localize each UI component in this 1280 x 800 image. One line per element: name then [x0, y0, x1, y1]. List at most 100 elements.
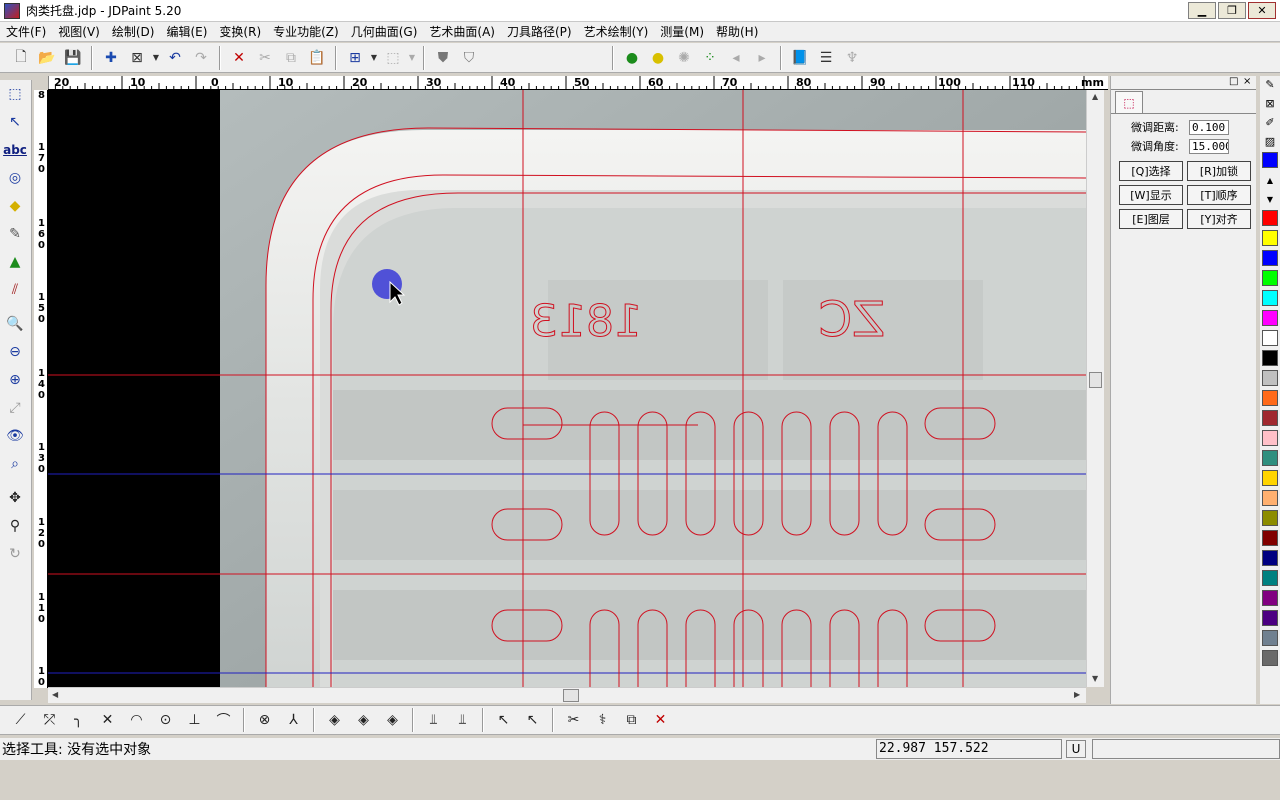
scroll-left-icon[interactable]: ◀ — [52, 690, 58, 699]
scroll-down-icon[interactable]: ▼ — [1092, 674, 1098, 683]
select-rect-icon[interactable]: ⬚ — [0, 80, 30, 108]
diamond-remove-icon[interactable]: ◈ — [378, 708, 407, 732]
dropdown-arrow-icon[interactable]: ▼ — [406, 46, 418, 70]
green-light-icon[interactable]: ● — [619, 46, 645, 70]
color-swatch[interactable] — [1262, 490, 1278, 506]
display-button[interactable]: [W]显示 — [1119, 185, 1183, 205]
arc-tool-icon[interactable]: ◠ — [122, 708, 151, 732]
tangent-icon[interactable]: ⌒ — [209, 708, 238, 732]
close-button[interactable]: ✕ — [1248, 2, 1276, 19]
fine-distance-input[interactable] — [1189, 119, 1229, 135]
palette-scroll-up-icon[interactable]: ▲ — [1262, 172, 1278, 188]
color-swatch[interactable] — [1262, 470, 1278, 486]
color-swatch[interactable] — [1262, 310, 1278, 326]
select-remove-icon[interactable]: ↖ — [518, 708, 547, 732]
color-swatch[interactable] — [1262, 630, 1278, 646]
order-button[interactable]: [T]顺序 — [1187, 185, 1251, 205]
color-swatch[interactable] — [1262, 650, 1278, 666]
restore-button[interactable]: ❐ — [1218, 2, 1246, 19]
color-swatch[interactable] — [1262, 570, 1278, 586]
node-point-icon[interactable]: ⊗ — [250, 708, 279, 732]
color-swatch[interactable] — [1262, 610, 1278, 626]
line-tool-icon[interactable]: ⟋ — [6, 708, 35, 732]
menu-toolpath[interactable]: 刀具路径(P) — [501, 23, 578, 40]
pen-color-icon[interactable]: ✎ — [1262, 76, 1278, 92]
diamond-add-icon[interactable]: ◈ — [320, 708, 349, 732]
circle-node-icon[interactable]: ⊙ — [151, 708, 180, 732]
vertical-scrollbar[interactable]: ▲ ▼ — [1086, 90, 1104, 687]
horizontal-scrollbar[interactable]: ◀ ▶ — [48, 687, 1086, 703]
magic-wand-icon[interactable]: ⚕ — [588, 708, 617, 732]
delete-icon[interactable]: ✕ — [226, 46, 252, 70]
crosshair-icon[interactable]: ✚ — [98, 46, 124, 70]
fillet-icon[interactable]: ╮ — [64, 708, 93, 732]
shield-left-icon[interactable]: ⛊ — [430, 46, 456, 70]
intersect-icon[interactable]: ✕ — [93, 708, 122, 732]
panel-close-button[interactable]: × — [1243, 76, 1251, 87]
lock-button[interactable]: [R]加锁 — [1187, 161, 1251, 181]
color-swatch[interactable] — [1262, 530, 1278, 546]
panel-float-button[interactable]: □ — [1229, 76, 1238, 87]
shield-right-icon[interactable]: ⛉ — [456, 46, 482, 70]
trim-icon[interactable]: ⤱ — [35, 708, 64, 732]
node-edit-icon[interactable]: ↖ — [0, 108, 30, 136]
color-swatch[interactable] — [1262, 430, 1278, 446]
drawing-canvas[interactable]: 1813 ZC — [48, 90, 1086, 687]
fine-angle-input[interactable] — [1189, 138, 1229, 154]
align-button[interactable]: [Y]对齐 — [1187, 209, 1251, 229]
text-tool-icon[interactable]: abc — [0, 136, 30, 164]
light-setting-icon[interactable]: ✺ — [671, 46, 697, 70]
menu-file[interactable]: 文件(F) — [0, 23, 52, 40]
select-box-icon[interactable]: ⊠ — [124, 46, 150, 70]
menu-help[interactable]: 帮助(H) — [710, 23, 764, 40]
light-left-icon[interactable]: ◂ — [723, 46, 749, 70]
color-swatch[interactable] — [1262, 390, 1278, 406]
menu-edit[interactable]: 编辑(E) — [160, 23, 213, 40]
menu-measure[interactable]: 测量(M) — [654, 23, 710, 40]
current-color-swatch[interactable] — [1262, 152, 1278, 168]
color-swatch[interactable] — [1262, 230, 1278, 246]
save-icon[interactable]: 💾 — [60, 46, 86, 70]
book-icon[interactable]: 📘 — [787, 46, 813, 70]
layer-button[interactable]: [E]图层 — [1119, 209, 1183, 229]
menu-transform[interactable]: 变换(R) — [213, 23, 267, 40]
zoom-out-icon[interactable]: ⊖ — [0, 338, 30, 366]
zoom-all-icon[interactable]: ⌕ — [0, 450, 30, 478]
menu-art-draw[interactable]: 艺术绘制(Y) — [578, 23, 655, 40]
menu-art-surface[interactable]: 艺术曲面(A) — [423, 23, 501, 40]
vertical-scroll-thumb[interactable] — [1089, 372, 1102, 388]
color-swatch[interactable] — [1262, 350, 1278, 366]
pen-tool-icon[interactable]: ✎ — [0, 220, 30, 248]
color-swatch[interactable] — [1262, 210, 1278, 226]
measure-tool-icon[interactable]: ⫽ — [0, 276, 30, 304]
select-tab-icon[interactable]: ⬚ — [1115, 91, 1143, 113]
delete-segment-icon[interactable]: ✕ — [646, 708, 675, 732]
menu-professional[interactable]: 专业功能(Z) — [267, 23, 345, 40]
align-bottom-alt-icon[interactable]: ⫫ — [448, 708, 477, 732]
align-bottom-icon[interactable]: ⫫ — [419, 708, 448, 732]
select-add-icon[interactable]: ↖ — [489, 708, 518, 732]
yellow-light-icon[interactable]: ● — [645, 46, 671, 70]
fill-tool-icon[interactable]: ▲ — [0, 248, 30, 276]
menu-draw[interactable]: 绘制(D) — [106, 23, 161, 40]
dropdown-arrow-icon[interactable]: ▼ — [368, 46, 380, 70]
zoom-fit-icon[interactable]: ⤢ — [0, 394, 30, 422]
paint-tool-icon[interactable]: ◆ — [0, 192, 30, 220]
menu-view[interactable]: 视图(V) — [52, 23, 106, 40]
color-picker-icon[interactable]: ✐ — [1262, 114, 1278, 130]
snap-grid-icon[interactable]: ⊞ — [342, 46, 368, 70]
palette-scroll-down-icon[interactable]: ▼ — [1262, 191, 1278, 207]
multi-light-icon[interactable]: ⁘ — [697, 46, 723, 70]
zoom-window-icon[interactable]: 🔍 — [0, 310, 30, 338]
paste-icon[interactable]: 📋 — [304, 46, 330, 70]
color-swatch[interactable] — [1262, 510, 1278, 526]
rotate-icon[interactable]: ↻ — [0, 540, 30, 568]
cut-segment-icon[interactable]: ✂ — [559, 708, 588, 732]
cut-icon[interactable]: ✂ — [252, 46, 278, 70]
minimize-button[interactable]: ▁ — [1188, 2, 1216, 19]
horizontal-scroll-thumb[interactable] — [563, 689, 579, 702]
copy-segment-icon[interactable]: ⧉ — [617, 708, 646, 732]
color-swatch[interactable] — [1262, 550, 1278, 566]
copy-icon[interactable]: ⧉ — [278, 46, 304, 70]
shape-icon[interactable]: ◎ — [0, 164, 30, 192]
